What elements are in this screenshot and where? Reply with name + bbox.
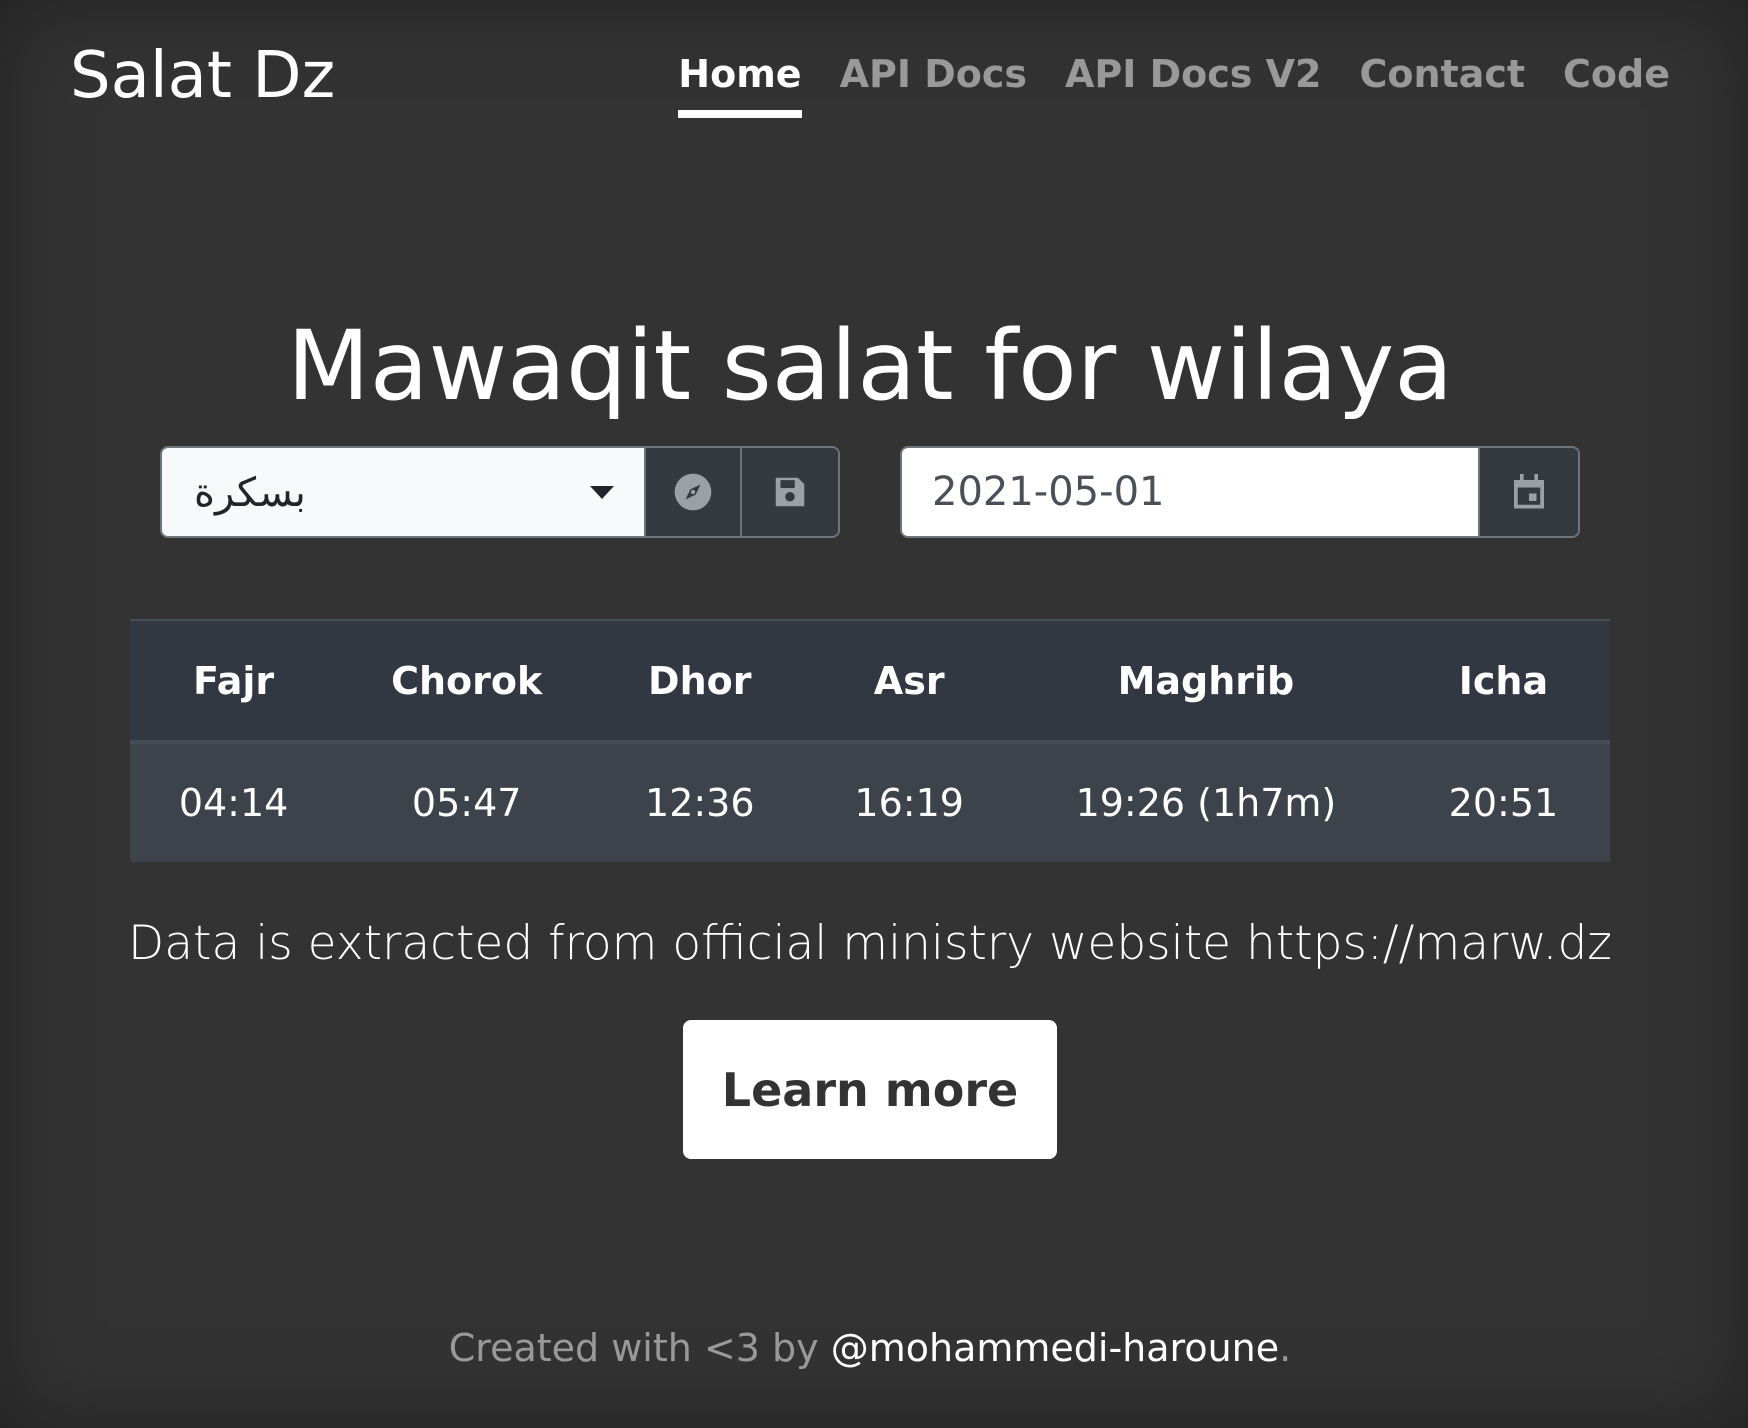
time-asr: 16:19 [854, 781, 964, 825]
locate-button[interactable] [646, 448, 742, 536]
footer-prefix: Created with <3 by [448, 1326, 831, 1370]
header-maghrib: Maghrib [1015, 620, 1397, 744]
site-footer: Created with <3 by @mohammedi-haroune. [0, 1322, 1740, 1374]
save-button[interactable] [742, 448, 838, 536]
calendar-button[interactable] [1480, 448, 1578, 536]
footer-suffix: . [1279, 1326, 1292, 1370]
table-header-row: Fajr Chorok Dhor Asr Maghrib Icha [130, 620, 1610, 744]
date-control-group [900, 446, 1580, 538]
site-header: Salat Dz Home API Docs API Docs V2 Conta… [0, 0, 1748, 160]
main-nav: Home API Docs API Docs V2 Contact Code [678, 48, 1670, 118]
wilaya-select[interactable]: بسكرة [162, 448, 646, 536]
prayer-times-table: Fajr Chorok Dhor Asr Maghrib Icha 04:14 … [130, 619, 1610, 862]
learn-more-button[interactable]: Learn more [683, 1020, 1057, 1159]
page-title: Mawaqit salat for wilaya [286, 310, 1454, 422]
author-link[interactable]: @mohammedi-haroune [831, 1326, 1279, 1370]
header-fajr: Fajr [130, 620, 338, 744]
wilaya-control-group: بسكرة [160, 446, 840, 538]
header-asr: Asr [803, 620, 1015, 744]
calendar-icon [1514, 474, 1544, 509]
time-dhor: 12:36 [645, 781, 755, 825]
nav-contact-link[interactable]: Contact [1359, 48, 1525, 118]
compass-icon [674, 473, 712, 511]
brand-logo[interactable]: Salat Dz [70, 38, 335, 114]
time-icha: 20:51 [1448, 781, 1559, 825]
date-input[interactable] [902, 448, 1480, 536]
nav-api-docs-link[interactable]: API Docs [840, 48, 1027, 118]
header-icha: Icha [1396, 620, 1610, 744]
header-dhor: Dhor [596, 620, 804, 744]
wilaya-selected-value: بسكرة [194, 470, 306, 516]
time-fajr: 04:14 [178, 781, 289, 825]
nav-api-docs-v2-link[interactable]: API Docs V2 [1065, 48, 1322, 118]
caret-down-icon [590, 486, 614, 499]
time-maghrib: 19:26 (1h7m) [1075, 781, 1337, 825]
save-icon [775, 477, 805, 507]
nav-home-link[interactable]: Home [678, 48, 802, 118]
time-chorok: 05:47 [411, 781, 522, 825]
nav-code-link[interactable]: Code [1563, 48, 1670, 118]
header-chorok: Chorok [337, 620, 597, 744]
data-source-description: Data is extracted from official ministry… [128, 916, 1612, 971]
table-row: 04:14 05:47 12:36 16:19 19:26 (1h7m) 20:… [130, 742, 1610, 862]
